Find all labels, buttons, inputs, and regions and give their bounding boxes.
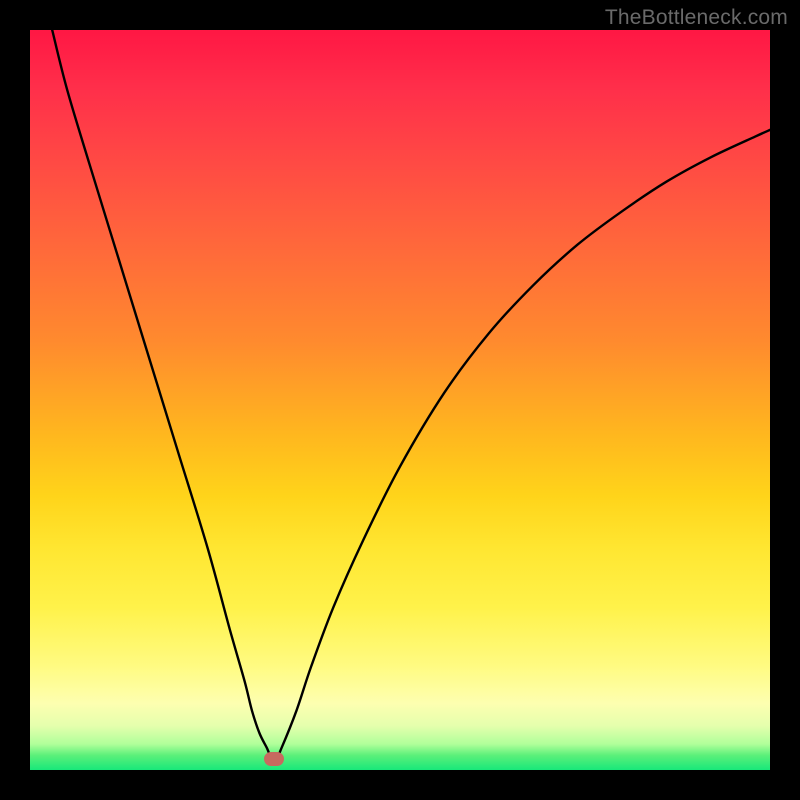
bottleneck-curve xyxy=(30,30,770,770)
plot-area xyxy=(30,30,770,770)
chart-frame: TheBottleneck.com xyxy=(0,0,800,800)
minimum-marker xyxy=(264,752,284,766)
watermark-label: TheBottleneck.com xyxy=(605,6,788,30)
